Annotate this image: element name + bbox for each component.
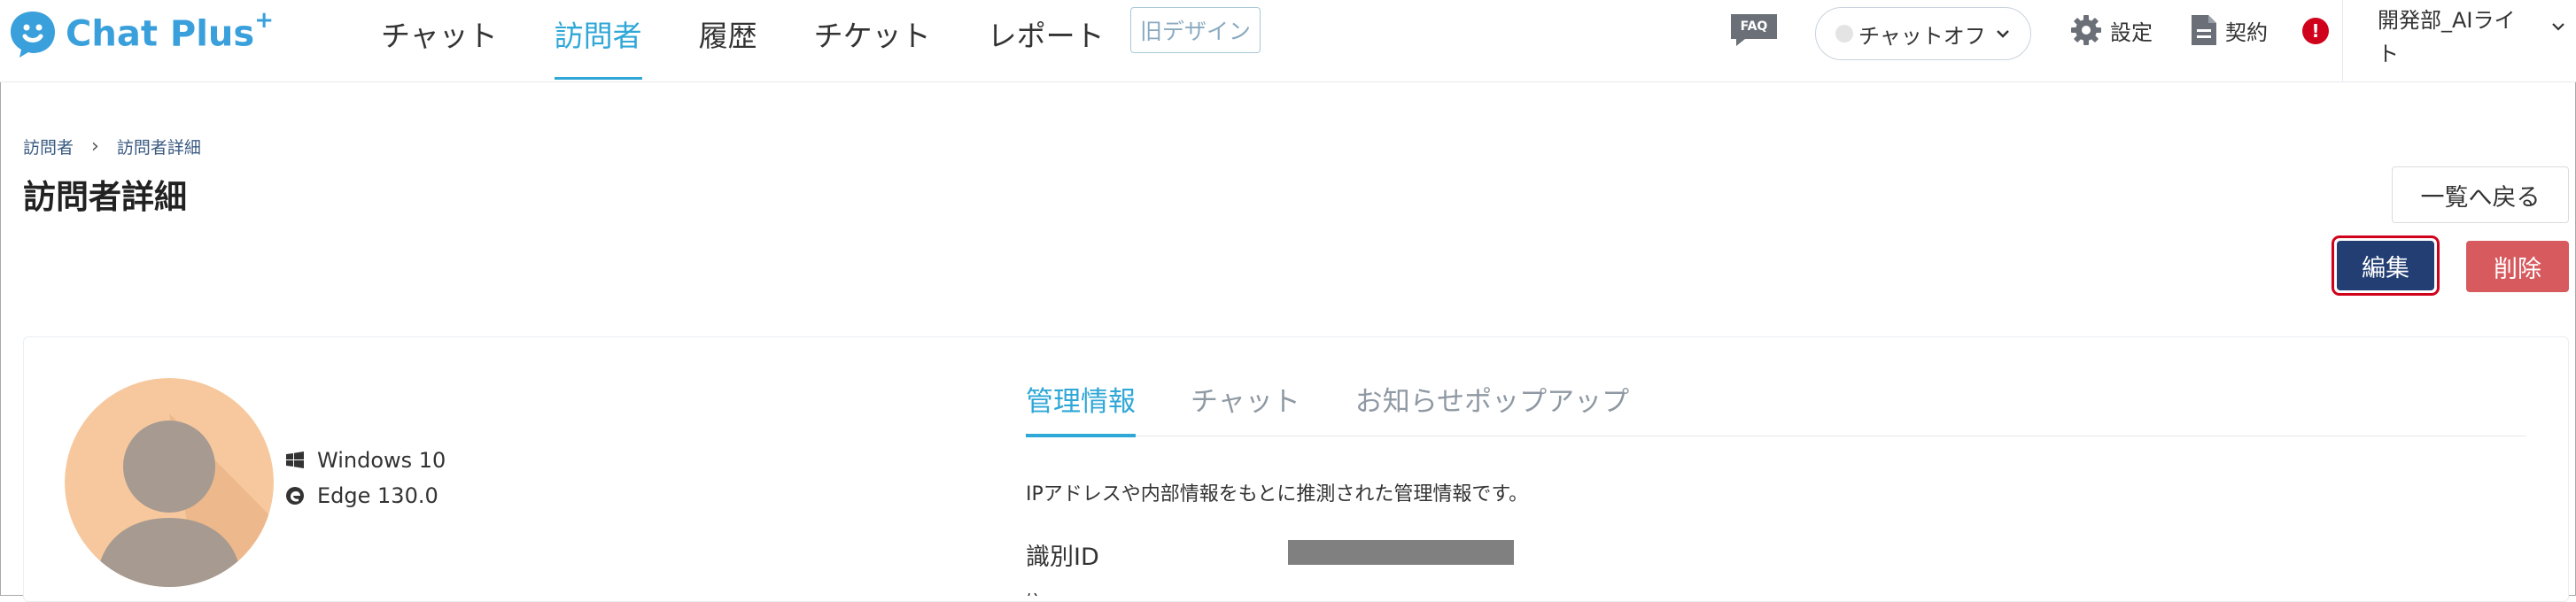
settings-link[interactable]: 設定 bbox=[2069, 12, 2153, 48]
os-label: Windows 10 bbox=[317, 448, 446, 473]
chevron-down-icon bbox=[1996, 30, 2009, 38]
nav-item-label: 訪問者 bbox=[554, 19, 642, 53]
browser-label: Edge 130.0 bbox=[317, 483, 438, 508]
gear-icon bbox=[2071, 15, 2101, 45]
edge-browser-icon bbox=[286, 487, 304, 505]
delete-button[interactable]: 削除 bbox=[2466, 241, 2569, 292]
top-header: Chat Plus+ チャット 訪問者 履歴 チケット レポート 旧デザイン F… bbox=[0, 0, 2576, 82]
alert-icon[interactable]: ! bbox=[2302, 18, 2329, 44]
management-info-description: IPアドレスや内部情報をもとに推測された管理情報です。 bbox=[1026, 483, 1529, 506]
delete-label: 削除 bbox=[2494, 255, 2541, 283]
visitor-os: Windows 10 bbox=[285, 448, 446, 473]
nav-item-history[interactable]: 履歴 bbox=[699, 0, 757, 81]
nav-item-tickets[interactable]: チケット bbox=[814, 0, 931, 81]
header-divider bbox=[2342, 0, 2343, 81]
edit-label: 編集 bbox=[2362, 254, 2409, 282]
visitor-browser: Edge 130.0 bbox=[285, 483, 438, 508]
nav-item-label: チケット bbox=[813, 19, 931, 53]
nav-item-chat[interactable]: チャット bbox=[381, 0, 498, 81]
identifier-id-label: 識別ID bbox=[1026, 544, 1099, 571]
status-indicator-dot bbox=[1835, 25, 1853, 42]
user-avatar-icon bbox=[65, 378, 274, 587]
breadcrumb-item-visitors[interactable]: 訪問者 bbox=[23, 135, 74, 158]
detail-tabs: 管理情報 チャット お知らせポップアップ bbox=[1026, 372, 2526, 437]
logo-plus: + bbox=[254, 7, 274, 35]
chat-status-label: チャットオフ bbox=[1858, 23, 1986, 49]
cropped-field-label bbox=[1026, 588, 1047, 596]
chat-status-dropdown[interactable]: チャットオフ bbox=[1815, 7, 2031, 60]
document-icon bbox=[2192, 15, 2216, 45]
faq-label: FAQ bbox=[1741, 19, 1768, 34]
page-title: 訪問者詳細 bbox=[23, 178, 187, 216]
faq-icon[interactable]: FAQ bbox=[1729, 12, 1779, 48]
windows-icon bbox=[286, 452, 304, 468]
chevron-down-icon[interactable] bbox=[2551, 19, 2565, 34]
old-design-button[interactable]: 旧デザイン bbox=[1130, 7, 1261, 53]
alert-glyph: ! bbox=[2311, 20, 2320, 42]
account-name[interactable]: 開発部_AIライト bbox=[2378, 4, 2533, 71]
nav-item-label: 履歴 bbox=[698, 19, 757, 53]
tab-notification-popup[interactable]: お知らせポップアップ bbox=[1355, 372, 1629, 436]
logo-wordmark: Chat Plus bbox=[66, 13, 255, 55]
tab-label: 管理情報 bbox=[1026, 386, 1136, 418]
edit-button[interactable]: 編集 bbox=[2332, 235, 2440, 296]
tab-label: チャット bbox=[1191, 386, 1300, 418]
visitor-avatar bbox=[65, 378, 274, 587]
chat-bubble-logo-icon bbox=[7, 8, 58, 59]
breadcrumb-item-visitor-detail: 訪問者詳細 bbox=[116, 138, 201, 158]
contract-label: 契約 bbox=[2225, 19, 2268, 45]
tab-management-info[interactable]: 管理情報 bbox=[1026, 372, 1136, 437]
app-logo[interactable]: Chat Plus+ bbox=[7, 5, 274, 62]
tab-label: お知らせポップアップ bbox=[1354, 386, 1630, 418]
logo-text: Chat Plus+ bbox=[66, 7, 274, 55]
back-to-list-button[interactable]: 一覧へ戻る bbox=[2392, 166, 2569, 223]
nav-item-reports[interactable]: レポート bbox=[988, 0, 1105, 81]
settings-label: 設定 bbox=[2110, 19, 2153, 45]
main-nav: チャット 訪問者 履歴 チケット レポート bbox=[381, 0, 1161, 81]
back-to-list-label: 一覧へ戻る bbox=[2420, 183, 2541, 212]
old-design-label: 旧デザイン bbox=[1140, 19, 1252, 44]
nav-item-label: レポート bbox=[987, 19, 1105, 53]
identifier-id-value-redacted bbox=[1288, 540, 1514, 565]
contract-link[interactable]: 契約 bbox=[2190, 12, 2268, 48]
tab-chat[interactable]: チャット bbox=[1191, 372, 1300, 436]
nav-item-visitors[interactable]: 訪問者 bbox=[554, 0, 642, 81]
nav-item-label: チャット bbox=[381, 19, 498, 53]
breadcrumb-separator: › bbox=[91, 135, 99, 158]
breadcrumb: 訪問者 › 訪問者詳細 bbox=[23, 135, 201, 158]
edit-button-face: 編集 bbox=[2337, 241, 2434, 290]
